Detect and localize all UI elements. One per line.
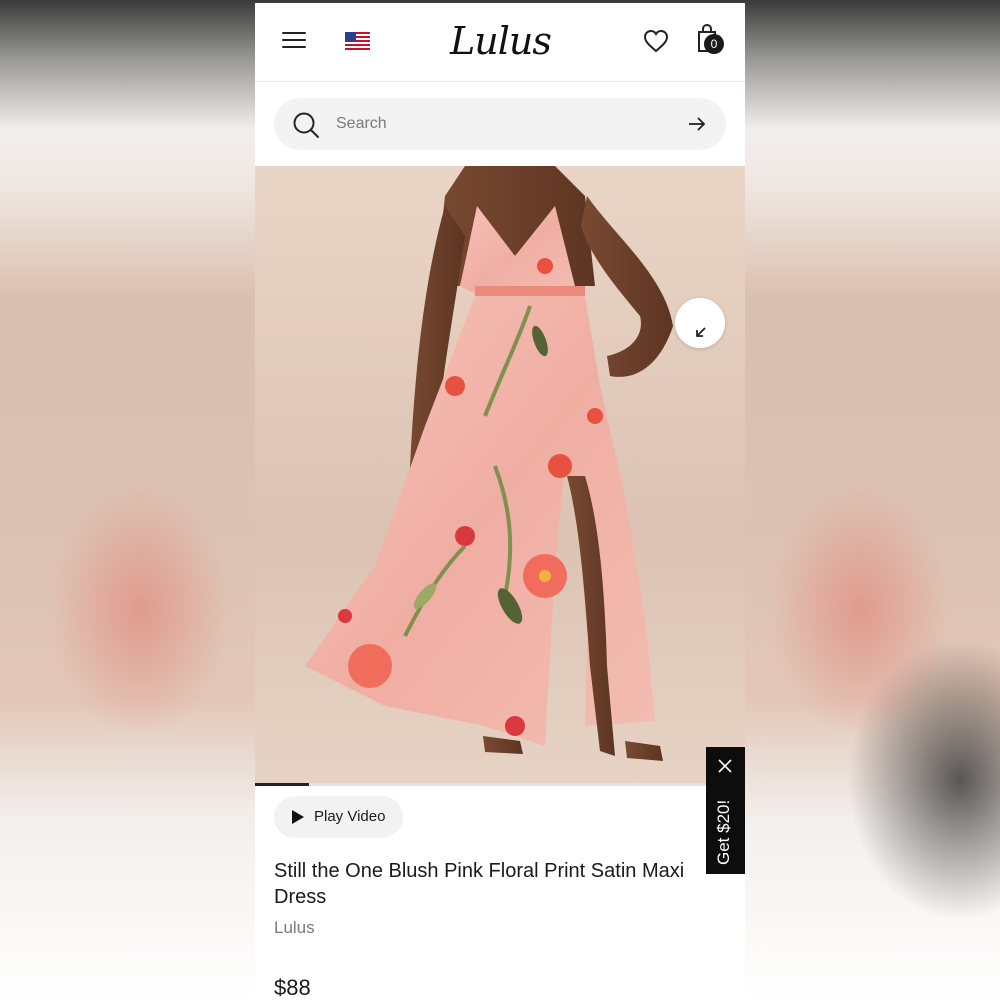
- product-brand[interactable]: Lulus: [274, 918, 315, 938]
- play-video-button[interactable]: Play Video: [274, 796, 403, 838]
- image-gallery-progress-fill: [255, 783, 309, 786]
- play-icon: [292, 810, 304, 824]
- top-navigation-bar: Lulus 0: [255, 3, 745, 82]
- search-input[interactable]: [336, 106, 666, 142]
- promo-tab[interactable]: Get $20!: [706, 747, 745, 874]
- play-video-label: Play Video: [314, 808, 386, 825]
- search-icon: [293, 112, 319, 138]
- close-icon[interactable]: [718, 759, 732, 773]
- lulus-logo[interactable]: Lulus: [450, 19, 552, 63]
- product-photo[interactable]: [255, 166, 745, 783]
- product-title: Still the One Blush Pink Floral Print Sa…: [274, 860, 685, 908]
- expand-icon[interactable]: [675, 298, 725, 348]
- cart-count-badge: 0: [704, 34, 724, 54]
- arrow-right-icon[interactable]: [687, 115, 707, 133]
- search-bar[interactable]: [274, 98, 726, 150]
- mobile-page: Lulus 0 Search Play Video Still the One …: [255, 3, 745, 1000]
- product-photo-illustration: [305, 166, 673, 761]
- product-price: $88: [274, 975, 311, 1000]
- heart-icon[interactable]: [643, 29, 669, 53]
- promo-label[interactable]: Get $20!: [712, 775, 736, 865]
- us-flag-icon[interactable]: [345, 32, 370, 50]
- menu-icon[interactable]: [282, 30, 306, 50]
- image-gallery-progress: [255, 783, 745, 786]
